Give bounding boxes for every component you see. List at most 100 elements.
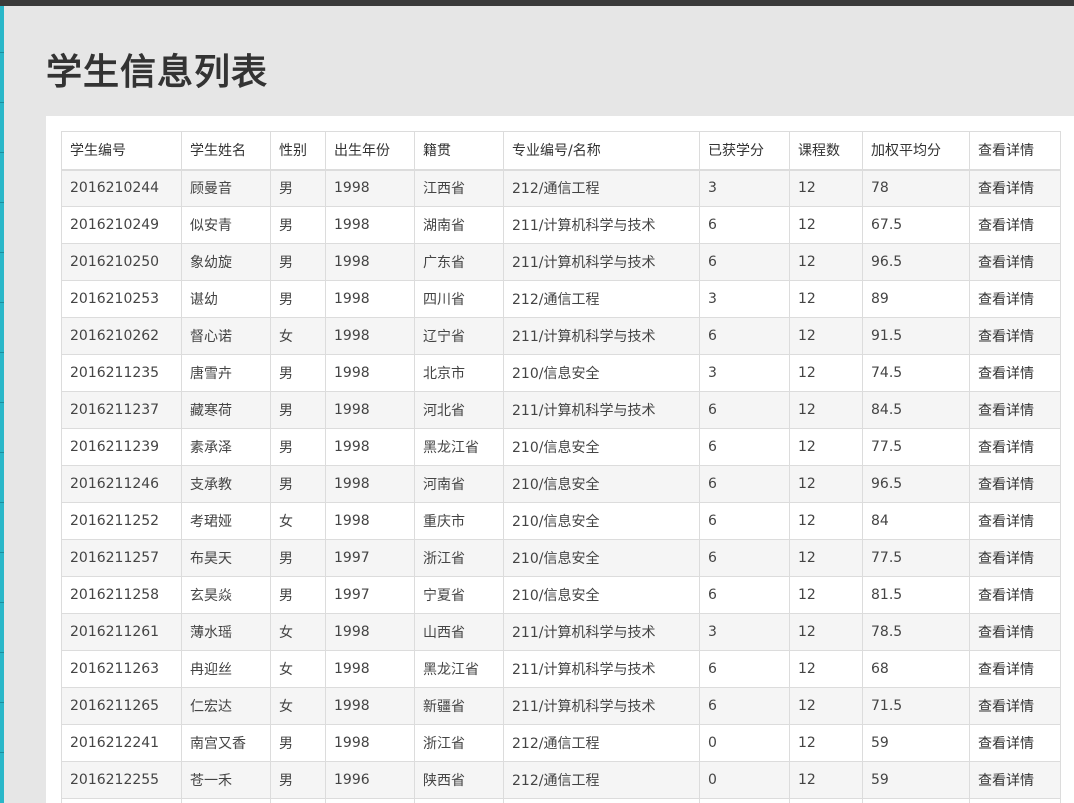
left-accent-bar xyxy=(0,6,4,803)
student-name-cell: 薄水瑶 xyxy=(181,613,271,651)
gender-cell: 男 xyxy=(270,761,326,799)
column-header-course-count[interactable]: 课程数 xyxy=(789,131,863,171)
table-body: 2016210244 顾曼音男 1998 江西省 212/通信工程 3 12 78 查看详情 20… xyxy=(61,169,1061,803)
student-table: 学生编号 学生姓名 性别 出生年份 籍贯 专业编号/名称 已获学分 课程数 加权… xyxy=(61,131,1061,803)
column-header-birth-year[interactable]: 出生年份 xyxy=(325,131,415,171)
weighted-average-cell: 89 xyxy=(862,280,970,318)
major-cell: 211/计算机科学与技术 xyxy=(503,243,700,281)
major-cell: 212/通信工程 xyxy=(503,280,700,318)
credits-cell: 6 xyxy=(699,687,790,725)
course-count-cell: 12 xyxy=(789,724,863,762)
student-id-cell: 2016211246 xyxy=(61,465,182,503)
birth-year-cell: 1998 xyxy=(325,317,415,355)
view-details-link[interactable]: 查看详情 xyxy=(969,724,1061,762)
column-header-student-name[interactable]: 学生姓名 xyxy=(181,131,271,171)
weighted-average-cell xyxy=(862,798,970,803)
native-place-cell: 北京市 xyxy=(414,354,504,392)
view-details-link[interactable]: 查看详情 xyxy=(969,576,1061,614)
weighted-average-cell: 77.5 xyxy=(862,539,970,577)
weighted-average-cell: 96.5 xyxy=(862,465,970,503)
column-header-native-place[interactable]: 籍贯 xyxy=(414,131,504,171)
birth-year-cell: 1997 xyxy=(325,576,415,614)
view-details-link[interactable]: 查看详情 xyxy=(969,243,1061,281)
view-details-link[interactable]: 查看详情 xyxy=(969,280,1061,318)
native-place-cell: 湖南省 xyxy=(414,206,504,244)
view-details-link[interactable]: 查看详情 xyxy=(969,502,1061,540)
credits-cell: 6 xyxy=(699,465,790,503)
weighted-average-cell: 77.5 xyxy=(862,428,970,466)
view-details-link[interactable]: 查看详情 xyxy=(969,428,1061,466)
weighted-average-cell: 96.5 xyxy=(862,243,970,281)
major-cell: 210/信息安全 xyxy=(503,428,700,466)
student-id-cell: 2016211263 xyxy=(61,650,182,688)
gender-cell: 男 xyxy=(270,354,326,392)
view-details-link[interactable]: 查看详情 xyxy=(969,613,1061,651)
student-name-cell: 仁宏达 xyxy=(181,687,271,725)
view-details-link[interactable]: 查看详情 xyxy=(969,354,1061,392)
view-details-link[interactable]: 查看详情 xyxy=(969,465,1061,503)
native-place-cell: 新疆省 xyxy=(414,687,504,725)
weighted-average-cell: 81.5 xyxy=(862,576,970,614)
major-cell: 211/计算机科学与技术 xyxy=(503,613,700,651)
student-name-cell: 支承教 xyxy=(181,465,271,503)
native-place-cell: 河南省 xyxy=(414,465,504,503)
major-cell: 210/信息安全 xyxy=(503,539,700,577)
column-header-credits[interactable]: 已获学分 xyxy=(699,131,790,171)
credits-cell: 3 xyxy=(699,169,790,207)
view-details-link[interactable]: 查看详情 xyxy=(969,650,1061,688)
student-name-cell: 象幼旋 xyxy=(181,243,271,281)
student-name-cell: 苍一禾 xyxy=(181,761,271,799)
view-details-link[interactable] xyxy=(969,798,1061,803)
student-name-cell: 谌幼 xyxy=(181,280,271,318)
student-id-cell: 2016210250 xyxy=(61,243,182,281)
weighted-average-cell: 78 xyxy=(862,169,970,207)
page-title: 学生信息列表 xyxy=(46,52,269,93)
view-details-link[interactable]: 查看详情 xyxy=(969,687,1061,725)
column-header-gender[interactable]: 性别 xyxy=(270,131,326,171)
view-details-link[interactable]: 查看详情 xyxy=(969,761,1061,799)
table-row xyxy=(61,798,1061,803)
birth-year-cell: 1998 xyxy=(325,280,415,318)
birth-year-cell: 1998 xyxy=(325,206,415,244)
major-cell: 211/计算机科学与技术 xyxy=(503,317,700,355)
course-count-cell: 12 xyxy=(789,169,863,207)
view-details-link[interactable]: 查看详情 xyxy=(969,391,1061,429)
native-place-cell: 宁夏省 xyxy=(414,576,504,614)
table-row: 2016212241 南宫又香男 1998 浙江省 212/通信工程 0 12 59 查看详情 xyxy=(61,724,1061,762)
major-cell: 210/信息安全 xyxy=(503,354,700,392)
native-place-cell: 浙江省 xyxy=(414,539,504,577)
gender-cell: 男 xyxy=(270,428,326,466)
native-place-cell: 河北省 xyxy=(414,391,504,429)
credits-cell: 6 xyxy=(699,576,790,614)
student-id-cell: 2016211235 xyxy=(61,354,182,392)
weighted-average-cell: 68 xyxy=(862,650,970,688)
column-header-major[interactable]: 专业编号/名称 xyxy=(503,131,700,171)
native-place-cell: 黑龙江省 xyxy=(414,650,504,688)
student-id-cell: 2016210244 xyxy=(61,169,182,207)
view-details-link[interactable]: 查看详情 xyxy=(969,317,1061,355)
student-id-cell: 2016211261 xyxy=(61,613,182,651)
student-name-cell: 顾曼音 xyxy=(181,169,271,207)
student-id-cell: 2016210253 xyxy=(61,280,182,318)
gender-cell xyxy=(270,798,326,803)
view-details-link[interactable]: 查看详情 xyxy=(969,206,1061,244)
native-place-cell: 黑龙江省 xyxy=(414,428,504,466)
major-cell xyxy=(503,798,700,803)
credits-cell: 6 xyxy=(699,428,790,466)
course-count-cell: 12 xyxy=(789,354,863,392)
student-name-cell: 唐雪卉 xyxy=(181,354,271,392)
student-name-cell: 布昊天 xyxy=(181,539,271,577)
birth-year-cell: 1998 xyxy=(325,391,415,429)
view-details-link[interactable]: 查看详情 xyxy=(969,539,1061,577)
view-details-link[interactable]: 查看详情 xyxy=(969,169,1061,207)
table-row: 2016210250 象幼旋男 1998 广东省 211/计算机科学与技术 6 12 96.5… xyxy=(61,243,1061,281)
birth-year-cell: 1998 xyxy=(325,613,415,651)
credits-cell: 6 xyxy=(699,317,790,355)
column-header-student-id[interactable]: 学生编号 xyxy=(61,131,182,171)
table-row: 2016210253 谌幼男 1998 四川省 212/通信工程 3 12 89 查看详情 xyxy=(61,280,1061,318)
top-bar xyxy=(0,0,1074,6)
weighted-average-cell: 71.5 xyxy=(862,687,970,725)
column-header-weighted-average[interactable]: 加权平均分 xyxy=(862,131,970,171)
major-cell: 212/通信工程 xyxy=(503,724,700,762)
student-name-cell xyxy=(181,798,271,803)
